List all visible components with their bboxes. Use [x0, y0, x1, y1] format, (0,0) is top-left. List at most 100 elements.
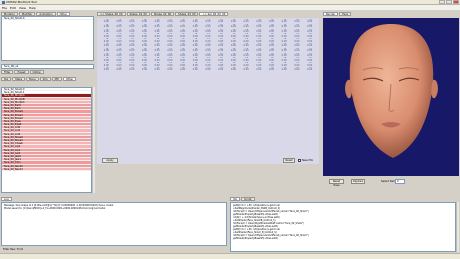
- script-line: getShaderPropertyBaseSH(+Poss.set0): [233, 237, 278, 240]
- viewer-tabs: Render Face: [323, 12, 459, 17]
- shape-cell[interactable]: *Tx 0.00: [202, 67, 215, 72]
- log-panel: Message: face shape id 4 [0.00e+0x0][4] …: [1, 202, 227, 246]
- shape-cell[interactable]: *Tx 0.00: [214, 67, 227, 72]
- list-item[interactable]: face_00_Shadr.0: [2, 17, 93, 21]
- face-render: [345, 24, 438, 158]
- log-filter-status: Filter Res: Tx:tx: [3, 248, 24, 251]
- shape-cell-value: 0.00: [141, 68, 148, 72]
- menu-file[interactable]: File: [2, 6, 7, 10]
- center-tab-1[interactable]: Shape_01_00: [126, 12, 150, 16]
- shape-cell-value: 0.00: [205, 68, 211, 72]
- center-tab-0[interactable]: << Shape_00_00: [97, 12, 126, 16]
- shape-grid-area: *Tx 0.00 *Tx 0.00 *Tx 0.00 *Tx 0.00 *Tx 0.00 *Tx 0.…: [97, 18, 319, 153]
- shape-cell-value: 0.00: [230, 68, 236, 72]
- preset-tab[interactable]: Preset: [14, 70, 29, 74]
- shape-cell-value: 0.00: [281, 68, 287, 72]
- select-item-input[interactable]: 0: [395, 179, 405, 184]
- shape-cell[interactable]: *Tx 0.00: [240, 67, 253, 72]
- tab-maps[interactable]: Maps: [12, 77, 26, 81]
- left-top-list: face_00_Shadr.0: [1, 16, 94, 61]
- option-tab[interactable]: Option: [29, 70, 45, 74]
- shape-cell[interactable]: *Tx 0.00: [189, 67, 202, 72]
- tab-shp[interactable]: Shp: [39, 77, 51, 81]
- shape-cell-value: 0.00: [116, 68, 122, 72]
- tab-animation[interactable]: Animation: [36, 12, 56, 16]
- center-tab-2[interactable]: Shape_02_00: [150, 12, 175, 16]
- menu-edit[interactable]: Edit: [10, 6, 16, 10]
- script-panel: get[0]=0 = +50 -1/0(position)+get.0 val +…: [230, 202, 456, 252]
- shape-cell[interactable]: *Tx 0.00: [265, 67, 278, 72]
- capture-button[interactable]: Capture: [351, 179, 365, 184]
- shape-cell-value: 0.00: [180, 68, 186, 72]
- script-scrollbar[interactable]: [456, 202, 459, 252]
- tab-log[interactable]: Log: [1, 197, 12, 201]
- new-mix-checkbox[interactable]: New Mix: [298, 158, 319, 163]
- tab-modifier[interactable]: Modifier: [18, 12, 36, 16]
- tab-job[interactable]: Job: [230, 197, 240, 201]
- shape-cell[interactable]: *Tx 0.00: [303, 67, 316, 72]
- shape-cell-value: 0.00: [307, 68, 313, 72]
- shape-cell[interactable]: *Tx 0.00: [278, 67, 291, 72]
- shape-cell[interactable]: *Tx 0.00: [100, 67, 113, 72]
- menu-bar: File Edit View Help: [0, 5, 460, 10]
- select-item-label: Select Item: [381, 180, 396, 183]
- new-mix-label: New Mix: [302, 159, 313, 162]
- center-tab-4[interactable]: << Sel_00_00_00: [199, 12, 229, 16]
- shape-cell-value: 0.00: [243, 68, 249, 72]
- checkbox-icon: [298, 159, 301, 162]
- reset-pose-button[interactable]: Reset Pose: [329, 179, 344, 187]
- menu-view[interactable]: View: [19, 6, 26, 10]
- shape-cell[interactable]: *Tx 0.00: [151, 67, 164, 72]
- apply-button[interactable]: Apply: [102, 158, 118, 163]
- reset-button[interactable]: Reset: [283, 158, 295, 163]
- center-tab-3[interactable]: Shape_03_00: [175, 12, 199, 16]
- shape-cell[interactable]: *Tx 0.00: [227, 67, 240, 72]
- shape-cell-value: 0.00: [154, 68, 160, 72]
- minimize-button[interactable]: [439, 0, 445, 4]
- shape-cell[interactable]: *Tx 0.00: [113, 67, 126, 72]
- shape-cell-value: 0.00: [294, 68, 300, 72]
- status-bar: [0, 253, 460, 259]
- shape-cell[interactable]: *Tx 0.00: [125, 67, 138, 72]
- 3d-viewport[interactable]: [323, 18, 459, 176]
- menu-help[interactable]: Help: [29, 6, 36, 10]
- shape-cell[interactable]: *Tx 0.00: [138, 67, 151, 72]
- viewer-controls: Reset Pose Capture Select Item 0: [323, 176, 459, 187]
- tab-tex[interactable]: Tex: [1, 77, 12, 81]
- shape-grid: *Tx 0.00 *Tx 0.00 *Tx 0.00 *Tx 0.00 *Tx 0.00 *Tx 0.…: [97, 18, 319, 73]
- filter-tabs: Filter Preset Option: [1, 70, 94, 74]
- app-icon: [2, 0, 5, 4]
- filter-tab[interactable]: Filter: [1, 70, 14, 74]
- shape-cell-value: 0.00: [129, 68, 135, 72]
- viewer-tab-render[interactable]: Render: [323, 12, 339, 16]
- tab-bone[interactable]: Bone: [26, 77, 39, 81]
- viewer-tab-face[interactable]: Face: [339, 12, 352, 16]
- list-item[interactable]: face_00_Neck1: [2, 167, 91, 171]
- left-list-scrollbar[interactable]: [92, 87, 95, 193]
- window-title: CM3D2.ModUnit.Tool: [6, 0, 37, 4]
- shape-cell-value: 0.00: [268, 68, 275, 72]
- tab-other-mid[interactable]: Other: [62, 77, 77, 81]
- shape-cell-value: 0.00: [192, 68, 198, 72]
- close-button[interactable]: [453, 0, 459, 4]
- left-search-panel: face_00_sk Filter Preset Option Tex Maps…: [1, 64, 94, 86]
- center-tabs: << Shape_00_00 Shape_01_00 Shape_02_00 S…: [97, 12, 319, 17]
- tab-morpher[interactable]: Morpher: [1, 12, 18, 16]
- shape-cell-value: 0.00: [218, 68, 224, 72]
- shape-cell[interactable]: *Tx 0.00: [252, 67, 265, 72]
- left-item-list: face_00_Shadr.0 face_00_Shadr.1 face_00_Mo…: [1, 87, 92, 193]
- tab-script[interactable]: Script: [241, 197, 255, 201]
- shape-cell-value: 0.00: [103, 68, 109, 72]
- shape-cell-value: 0.00: [256, 68, 262, 72]
- head-shape: [349, 24, 434, 158]
- window-controls: [439, 0, 459, 4]
- tab-other[interactable]: Other: [56, 12, 70, 16]
- shape-cell[interactable]: *Tx 0.00: [164, 67, 177, 72]
- log-line: Model saved to: [C:/blend/MOD]+4_Tx+0000…: [4, 207, 106, 210]
- maximize-button[interactable]: [446, 0, 452, 4]
- tab-mtr[interactable]: Mtr: [51, 77, 62, 81]
- shape-cell[interactable]: *Tx 0.00: [291, 67, 304, 72]
- search-input[interactable]: face_00_sk: [1, 64, 94, 69]
- shape-cell[interactable]: *Tx 0.00: [176, 67, 189, 72]
- left-mid-tabs: Tex Maps Bone Shp Mtr Other: [1, 77, 94, 81]
